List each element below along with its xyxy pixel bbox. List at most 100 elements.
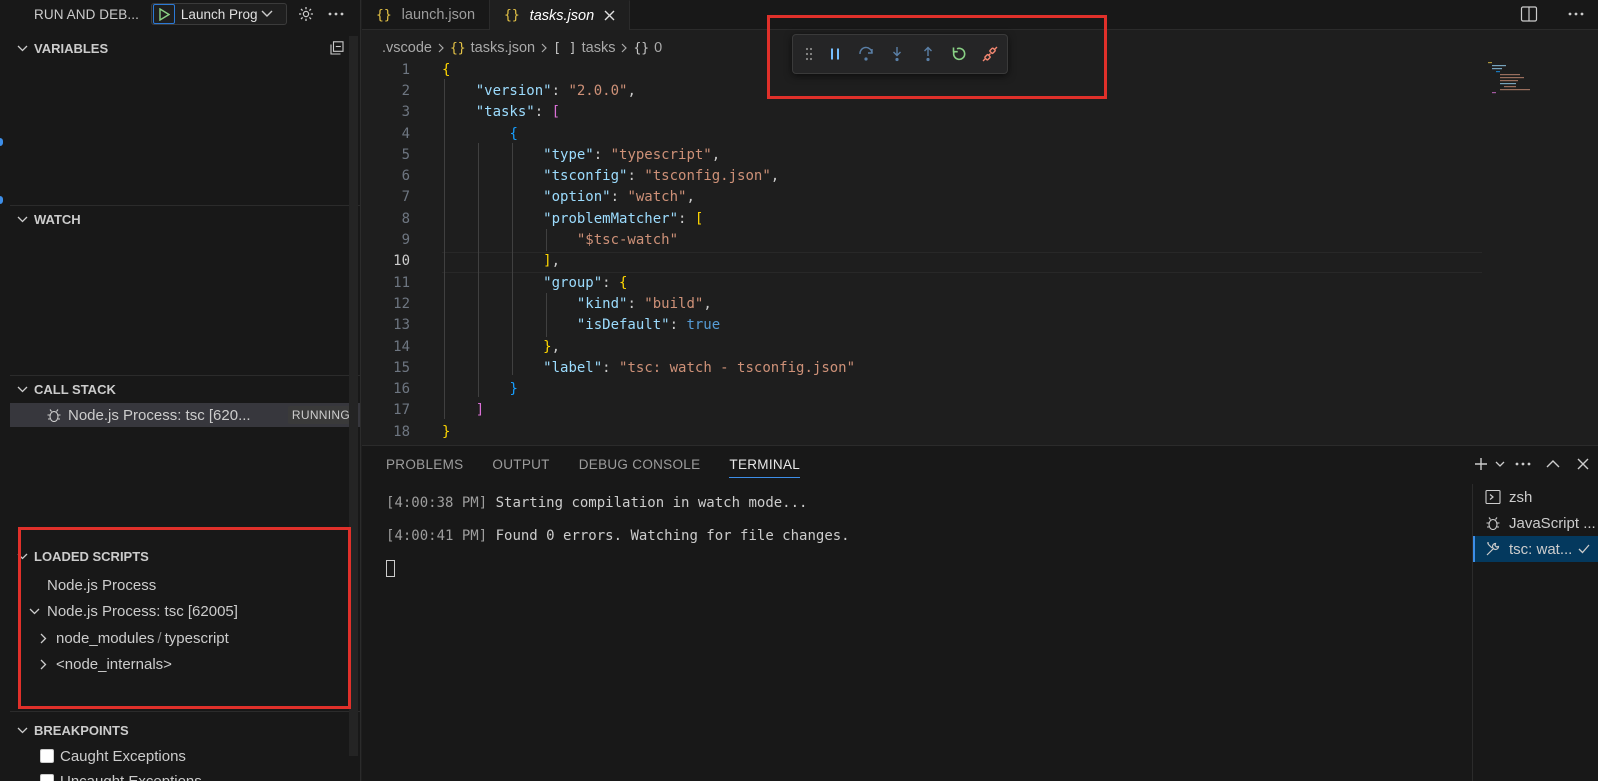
code-editor[interactable]: 1{ 2 "version": "2.0.0", 3 "tasks": [ 4 … — [362, 59, 1482, 445]
breadcrumb-item[interactable]: 0 — [654, 40, 662, 56]
script-folder-label: typescript — [164, 629, 229, 647]
section-divider — [10, 205, 360, 206]
minimap[interactable] — [1488, 60, 1548, 100]
loaded-script-folder[interactable]: node_modules / typescript — [10, 626, 360, 650]
breadcrumb: .vscode {} tasks.json [ ] tasks {} 0 — [382, 38, 662, 58]
more-actions-icon[interactable] — [1568, 5, 1584, 28]
chevron-up-icon[interactable] — [1538, 452, 1568, 476]
tools-icon — [1485, 541, 1503, 557]
step-out-icon[interactable] — [912, 40, 943, 68]
script-label: Node.js Process: tsc [62005] — [47, 602, 238, 620]
status-badge: RUNNING — [287, 406, 354, 424]
script-label: Node.js Process — [47, 576, 157, 594]
breadcrumb-item[interactable]: tasks.json — [471, 40, 535, 56]
section-title: BREAKPOINTS — [34, 722, 129, 738]
activity-gutter — [0, 0, 10, 781]
tab-terminal[interactable]: TERMINAL — [729, 446, 800, 482]
chevron-down-icon — [261, 10, 273, 18]
section-loaded-scripts[interactable]: LOADED SCRIPTS — [10, 545, 360, 567]
more-actions-icon[interactable] — [1508, 452, 1538, 476]
breadcrumb-item[interactable]: tasks — [582, 40, 616, 56]
tab-problems[interactable]: PROBLEMS — [386, 446, 463, 482]
collapse-all-icon[interactable] — [330, 41, 344, 58]
chevron-right-icon — [438, 43, 444, 53]
section-title: LOADED SCRIPTS — [34, 548, 149, 564]
terminal-item-javascript[interactable]: JavaScript ... — [1473, 510, 1598, 536]
breakpoint-item[interactable]: Caught Exceptions — [10, 744, 360, 768]
more-actions-icon[interactable] — [325, 3, 347, 25]
call-stack-label: Node.js Process: tsc [620... — [68, 406, 251, 424]
loaded-script-folder[interactable]: <node_internals> — [10, 652, 360, 676]
close-icon[interactable] — [604, 10, 615, 21]
section-title: CALL STACK — [34, 381, 116, 397]
section-call-stack[interactable]: CALL STACK — [10, 378, 360, 400]
json-file-icon: {} — [376, 7, 392, 23]
restart-icon[interactable] — [943, 40, 974, 68]
launch-config-label: Launch Prog — [180, 6, 258, 22]
launch-config-dropdown[interactable]: Launch Prog — [150, 3, 287, 25]
terminal-output[interactable]: [4:00:38 PM] Starting compilation in wat… — [386, 486, 1426, 577]
tab-label: tasks.json — [529, 7, 595, 24]
tab-debug-console[interactable]: DEBUG CONSOLE — [579, 446, 701, 482]
terminal-line: [4:00:41 PM] Found 0 errors. Watching fo… — [386, 527, 850, 544]
section-variables[interactable]: VARIABLES — [10, 37, 360, 59]
step-into-icon[interactable] — [881, 40, 912, 68]
sidebar-title: RUN AND DEB... — [34, 6, 139, 22]
object-icon: {} — [633, 40, 650, 56]
json-file-icon: {} — [504, 8, 520, 23]
gear-icon[interactable] — [295, 3, 317, 25]
editor-tab-bar: {} launch.json {} tasks.json — [362, 0, 1598, 30]
script-folder-label: node_modules — [56, 629, 155, 647]
breakpoint-checkbox[interactable] — [40, 774, 54, 781]
sidebar-scrollbar[interactable] — [349, 36, 358, 756]
loaded-script-item[interactable]: Node.js Process: tsc [62005] — [10, 599, 360, 623]
bug-icon — [1485, 515, 1503, 531]
breakpoint-checkbox[interactable] — [40, 749, 54, 763]
chevron-down-icon — [10, 727, 34, 734]
step-over-icon[interactable] — [850, 40, 881, 68]
terminal-icon — [1485, 489, 1503, 505]
run-and-debug-header: RUN AND DEB... Launch Prog — [10, 0, 360, 28]
script-folder-label: <node_internals> — [56, 655, 172, 673]
tab-output[interactable]: OUTPUT — [492, 446, 549, 482]
section-breakpoints[interactable]: BREAKPOINTS — [10, 719, 360, 741]
terminal-item-tsc-watch[interactable]: tsc: wat... — [1473, 536, 1598, 562]
tab-launch-json[interactable]: {} launch.json — [362, 0, 491, 30]
section-title: WATCH — [34, 211, 81, 227]
disconnect-icon[interactable] — [974, 40, 1005, 68]
plus-icon[interactable] — [1470, 452, 1492, 476]
breakpoint-item[interactable]: Uncaught Exceptions — [10, 769, 360, 781]
call-stack-session[interactable]: Node.js Process: tsc [620... RUNNING — [10, 403, 360, 427]
gutter-indicator — [0, 196, 3, 204]
chevron-down-icon — [10, 386, 34, 393]
section-watch[interactable]: WATCH — [10, 208, 360, 230]
pause-icon[interactable] — [819, 40, 850, 68]
array-icon: [ ] — [553, 40, 577, 56]
debug-toolbar — [792, 34, 1008, 74]
section-divider — [10, 375, 360, 376]
chevron-right-icon — [541, 43, 547, 53]
bottom-panel: PROBLEMS OUTPUT DEBUG CONSOLE TERMINAL [… — [362, 445, 1598, 781]
panel-actions — [1470, 446, 1598, 482]
chevron-down-icon[interactable] — [1492, 452, 1508, 476]
chevron-down-icon — [10, 216, 34, 223]
breadcrumb-item[interactable]: .vscode — [382, 40, 432, 56]
start-debugging-button[interactable] — [152, 4, 175, 24]
terminal-item-zsh[interactable]: zsh — [1473, 484, 1598, 510]
section-title: VARIABLES — [34, 40, 109, 56]
drag-handle-icon[interactable] — [799, 40, 819, 68]
bug-icon — [46, 407, 62, 423]
breakpoint-label: Caught Exceptions — [60, 747, 186, 765]
tab-tasks-json[interactable]: {} tasks.json — [490, 0, 631, 30]
chevron-right-icon — [40, 659, 56, 670]
chevron-right-icon — [40, 633, 56, 644]
panel-tab-bar: PROBLEMS OUTPUT DEBUG CONSOLE TERMINAL — [386, 446, 829, 482]
close-icon[interactable] — [1568, 452, 1598, 476]
chevron-down-icon — [29, 608, 47, 615]
tab-label: launch.json — [401, 7, 476, 23]
debug-sidebar: RUN AND DEB... Launch Prog VARIABLES WAT… — [0, 0, 361, 781]
play-icon — [159, 7, 170, 21]
split-editor-icon[interactable] — [1520, 5, 1538, 28]
loaded-script-item[interactable]: Node.js Process — [10, 573, 360, 597]
chevron-down-icon — [10, 45, 34, 52]
